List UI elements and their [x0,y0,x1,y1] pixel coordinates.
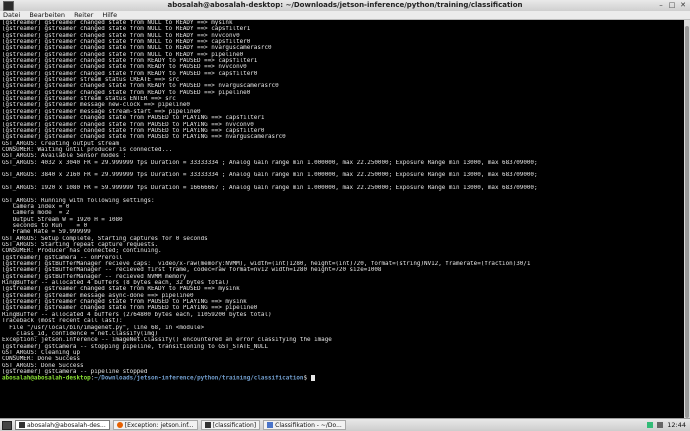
menu-bearbeiten[interactable]: Bearbeiten [29,11,65,19]
scrollbar-thumb[interactable] [685,26,689,418]
menu-datei[interactable]: Datei [3,11,20,19]
terminal-scrollbar[interactable] [684,20,690,418]
close-icon[interactable]: ✕ [679,1,687,9]
window-controls: – □ ✕ [657,1,687,9]
prompt-user: abosalah@abosalah-desktop [2,375,91,382]
firefox-icon [116,422,123,428]
task-terminal[interactable]: abosalah@abosalah-des... [15,420,110,430]
task-file-manager[interactable]: [classification] [200,420,261,430]
window-title: abosalah@abosalah-desktop: ~/Downloads/j… [167,1,523,9]
prompt-path: ~/Downloads/jetson-inference/python/trai… [94,375,304,382]
terminal-output[interactable]: [gstreamer] gstreamer changed state from… [0,20,684,418]
clock[interactable]: 12:44 [667,421,686,429]
system-tray: 12:44 [647,421,690,429]
terminal-prompt[interactable]: abosalah@abosalah-desktop:~/Downloads/je… [2,375,684,382]
terminal-icon [19,422,25,428]
task-label: [classification] [212,421,257,429]
menu-hilfe[interactable]: Hilfe [102,11,117,19]
volume-icon[interactable] [657,422,664,428]
task-label: Classifikation - ~/Do... [275,421,342,429]
prompt-symbol: $ [303,375,311,382]
minimize-icon[interactable]: – [657,1,665,9]
show-desktop-icon[interactable] [2,420,12,430]
folder-icon [204,422,211,428]
taskbar: abosalah@abosalah-des... [Exception: jet… [0,418,690,431]
task-firefox[interactable]: [Exception: jetson.inf... [112,420,198,430]
text-cursor [310,375,315,382]
document-icon [267,422,274,428]
network-icon[interactable] [647,422,654,428]
menu-reiter[interactable]: Reiter [74,11,93,19]
task-label: abosalah@abosalah-des... [27,421,106,429]
task-editor[interactable]: Classifikation - ~/Do... [263,420,346,430]
task-label: [Exception: jetson.inf... [124,421,194,429]
maximize-icon[interactable]: □ [668,1,676,9]
menu-bar: Datei Bearbeiten Reiter Hilfe [0,11,690,20]
